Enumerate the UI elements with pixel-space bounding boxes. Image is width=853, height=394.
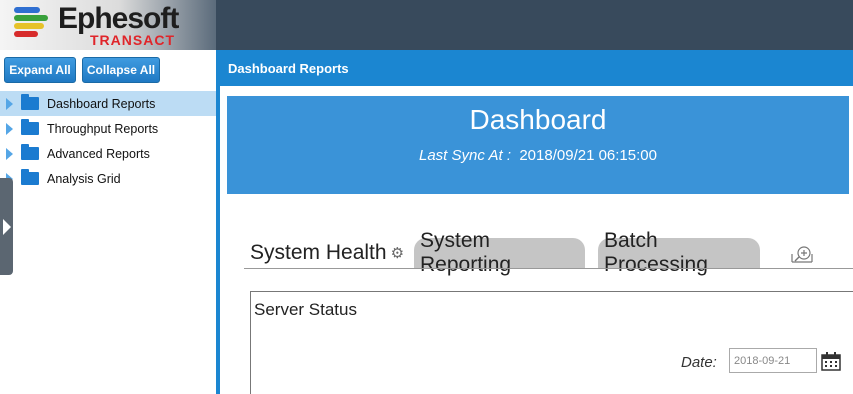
logo-brand-name: Ephesoft (58, 2, 179, 35)
panel-title: Server Status (254, 300, 357, 319)
date-label: Date: (681, 354, 717, 371)
report-tabs: System Health ⚙ System Reporting Batch P… (244, 229, 853, 276)
tree-item-analysis-grid[interactable]: Analysis Grid (0, 166, 216, 191)
expand-arrow-icon[interactable] (6, 122, 13, 135)
folder-icon (21, 119, 39, 135)
sidebar-toggle-handle[interactable] (0, 178, 13, 275)
add-tab-icon[interactable] (790, 244, 814, 264)
expand-arrow-icon[interactable] (6, 147, 13, 160)
tree-item-label: Analysis Grid (47, 171, 121, 186)
tree-item-throughput-reports[interactable]: Throughput Reports (0, 116, 216, 141)
collapse-all-button[interactable]: Collapse All (82, 57, 160, 83)
tab-label: System Health (250, 241, 387, 264)
banner-title: Dashboard (469, 104, 607, 135)
tree-item-label: Throughput Reports (47, 121, 159, 136)
folder-icon (21, 169, 39, 185)
expand-all-button[interactable]: Expand All (4, 57, 76, 83)
server-status-panel: Server Status Date: 2018-09-21 (250, 291, 853, 394)
tree-item-label: Dashboard Reports (47, 96, 156, 111)
main-header-title: Dashboard Reports (220, 50, 853, 86)
tab-label: Batch Processing (604, 229, 708, 276)
last-sync-label: Last Sync At : (419, 147, 511, 164)
tab-batch-processing[interactable]: Batch Processing (598, 229, 760, 276)
tab-label: System Reporting (420, 229, 512, 276)
tab-underline (244, 268, 853, 269)
logo-bars-icon (14, 7, 54, 39)
date-input[interactable]: 2018-09-21 (729, 348, 817, 373)
last-sync-value: 2018/09/21 06:15:00 (519, 147, 657, 164)
tree-item-label: Advanced Reports (47, 146, 150, 161)
sidebar: Expand All Collapse All Dashboard Report… (0, 50, 216, 394)
logo[interactable]: Ephesoft TRANSACT (0, 0, 216, 50)
logo-product-name: TRANSACT (90, 32, 175, 48)
tab-system-health[interactable]: System Health ⚙ (244, 238, 410, 268)
calendar-icon[interactable] (821, 352, 841, 371)
folder-icon (21, 94, 39, 110)
folder-icon (21, 144, 39, 160)
gear-icon[interactable]: ⚙ (391, 244, 404, 262)
tab-system-reporting[interactable]: System Reporting (414, 229, 585, 276)
chevron-right-icon (3, 219, 11, 235)
tree-item-dashboard-reports[interactable]: Dashboard Reports (0, 91, 216, 116)
last-sync-text: Last Sync At : 2018/09/21 06:15:00 (227, 147, 849, 164)
expand-arrow-icon[interactable] (6, 97, 13, 110)
tree-item-advanced-reports[interactable]: Advanced Reports (0, 141, 216, 166)
sidebar-divider[interactable] (216, 50, 220, 394)
dashboard-banner: Dashboard Last Sync At : 2018/09/21 06:1… (227, 96, 849, 194)
